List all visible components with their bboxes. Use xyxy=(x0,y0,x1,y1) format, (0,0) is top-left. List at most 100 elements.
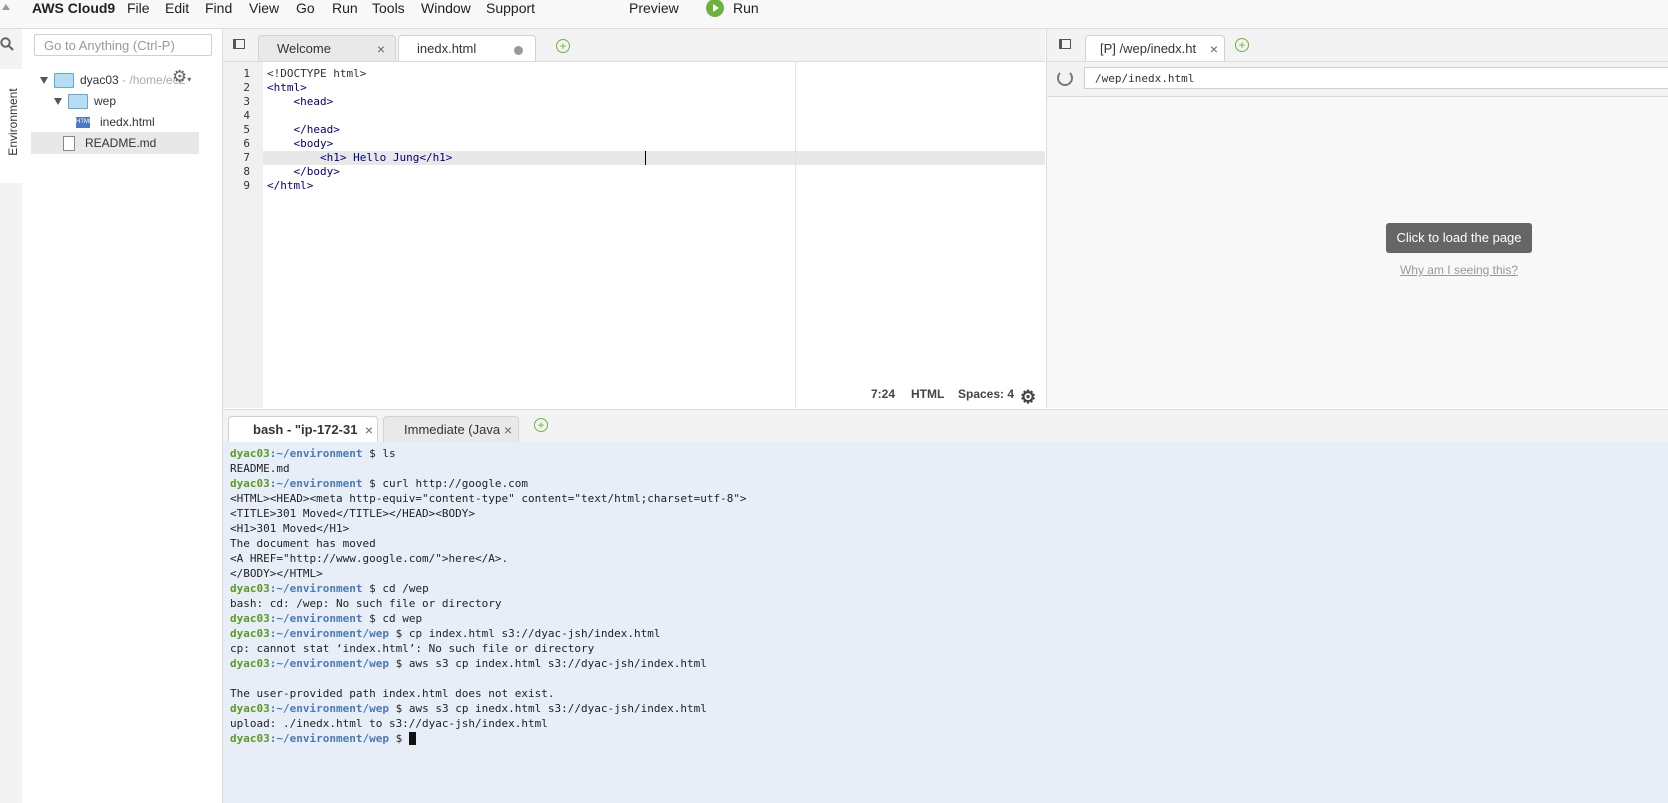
go-to-anything-input[interactable]: Go to Anything (Ctrl-P) xyxy=(34,34,212,56)
terminal-output-line: cp: cannot stat ‘index.html’: No such fi… xyxy=(230,642,595,655)
terminal-output-line: <A HREF="http://www.google.com/">here</A… xyxy=(230,552,509,565)
tab-inedx-html[interactable]: inedx.html xyxy=(398,35,536,61)
menu-tools[interactable]: Tools xyxy=(372,0,405,17)
terminal-prompt-line: dyac03:~/environment $ curl http://googl… xyxy=(230,476,528,491)
tab-label: [P] /wep/inedx.ht xyxy=(1100,41,1197,56)
menu-window[interactable]: Window xyxy=(421,0,471,17)
tab-immediate[interactable]: Immediate (Java × xyxy=(383,416,519,442)
aws-cloud9-menu[interactable]: AWS Cloud9 xyxy=(32,0,115,17)
reload-icon[interactable] xyxy=(1057,70,1073,86)
menu-view[interactable]: View xyxy=(249,0,279,17)
why-seeing-this-link[interactable]: Why am I seeing this? xyxy=(1374,263,1544,277)
prompt-user: dyac03 xyxy=(230,477,270,490)
expand-triangle-icon[interactable] xyxy=(40,77,48,85)
tree-root-name: dyac03 xyxy=(80,73,119,87)
syntax-mode[interactable]: HTML xyxy=(911,387,944,401)
prompt-path: :~/environment xyxy=(269,447,363,460)
tab-preview[interactable]: [P] /wep/inedx.ht × xyxy=(1085,35,1225,61)
terminal-output-line: The document has moved xyxy=(230,537,376,550)
terminal-command: $ ls xyxy=(362,447,396,460)
editor-tab-bar: Welcome × inedx.html + xyxy=(223,29,1045,62)
panel-menu-icon[interactable] xyxy=(233,39,245,49)
terminal-prompt-line: dyac03:~/environment $ cd wep xyxy=(230,611,422,626)
terminal-cursor xyxy=(408,732,416,745)
terminal-prompt-line: dyac03:~/environment/wep $ aws s3 cp ine… xyxy=(230,701,707,716)
tree-file-readme[interactable]: README.md xyxy=(31,132,199,154)
terminal-output-line: <H1>301 Moved</H1> xyxy=(230,522,350,535)
load-page-button[interactable]: Click to load the page xyxy=(1386,223,1532,253)
close-tab-icon[interactable]: × xyxy=(504,417,512,442)
menu-run[interactable]: Run xyxy=(332,0,358,17)
code-editor[interactable]: 1 2 3 4 5 6 7 8 9 <!DOCTYPE html> <html>… xyxy=(223,62,1045,408)
indent-setting[interactable]: Spaces: 4 xyxy=(958,387,1014,401)
editor-settings-gear-icon[interactable]: ⚙ xyxy=(1020,387,1036,408)
tab-label: bash - "ip-172-31 xyxy=(253,422,358,437)
environment-tab-label: Environment xyxy=(6,88,20,156)
code-line: <html> xyxy=(267,81,307,94)
line-number: 9 xyxy=(243,179,250,192)
terminal-output-line: README.md xyxy=(230,462,290,475)
run-button[interactable]: Run xyxy=(733,0,759,17)
tree-file-inedx-html[interactable]: HTML inedx.html xyxy=(76,111,155,133)
preview-url-bar: /wep/inedx.html xyxy=(1046,62,1668,97)
prompt-path: :~/environment/wep xyxy=(269,702,389,715)
search-icon[interactable] xyxy=(0,37,14,51)
code-line: </html> xyxy=(267,179,314,192)
prompt-path: :~/environment/wep xyxy=(269,732,389,745)
side-panel-strip: Environment xyxy=(0,29,23,803)
prompt-user: dyac03 xyxy=(230,612,270,625)
terminal-output-line: <HTML><HEAD><meta http-equiv="content-ty… xyxy=(230,492,747,505)
document-file-icon xyxy=(63,136,75,152)
terminal-prompt-line: dyac03:~/environment/wep $ xyxy=(230,731,409,746)
environment-tab[interactable]: Environment xyxy=(0,69,23,183)
preview-button[interactable]: Preview xyxy=(629,0,679,17)
tab-bash-terminal[interactable]: bash - "ip-172-31 × xyxy=(228,416,378,442)
menu-edit[interactable]: Edit xyxy=(165,0,189,17)
code-line: <!DOCTYPE html> xyxy=(267,67,367,80)
close-tab-icon[interactable]: × xyxy=(365,417,373,442)
terminal-output-line: bash: cd: /wep: No such file or director… xyxy=(230,597,502,610)
terminal-output-line: </BODY></HTML> xyxy=(230,567,323,580)
tree-folder-wep[interactable]: wep xyxy=(54,90,116,112)
cursor-position[interactable]: 7:24 xyxy=(871,387,895,401)
add-tab-icon[interactable]: + xyxy=(556,39,570,53)
close-tab-icon[interactable]: × xyxy=(1210,36,1218,61)
terminal-tab-bar: bash - "ip-172-31 × Immediate (Java × + xyxy=(223,409,1668,443)
terminal-prompt-line: dyac03:~/environment $ cd /wep xyxy=(230,581,429,596)
prompt-path: :~/environment/wep xyxy=(269,627,389,640)
code-line: <body> xyxy=(267,137,334,150)
tree-file-label: inedx.html xyxy=(100,115,155,129)
terminal-command: $ aws s3 cp inedx.html s3://dyac-jsh/ind… xyxy=(388,702,707,715)
line-number: 4 xyxy=(243,109,250,122)
tab-welcome[interactable]: Welcome × xyxy=(258,35,396,61)
run-icon[interactable] xyxy=(706,0,724,17)
line-number: 2 xyxy=(243,81,250,94)
prompt-user: dyac03 xyxy=(230,702,270,715)
prompt-user: dyac03 xyxy=(230,582,270,595)
tree-folder-label: wep xyxy=(94,94,117,108)
terminal[interactable]: dyac03:~/environment $ ls README.md dyac03… xyxy=(223,442,1668,803)
collapse-menu-icon[interactable] xyxy=(2,4,10,10)
tree-settings-gear-icon[interactable]: ⚙▾ xyxy=(172,67,191,87)
add-tab-icon[interactable]: + xyxy=(534,418,548,432)
terminal-output-line: <TITLE>301 Moved</TITLE></HEAD><BODY> xyxy=(230,507,476,520)
add-tab-icon[interactable]: + xyxy=(1235,38,1249,52)
file-tree-panel: Go to Anything (Ctrl-P) dyac03 - /home/e… xyxy=(0,29,223,803)
text-cursor xyxy=(645,151,646,165)
menu-find[interactable]: Find xyxy=(205,0,232,17)
menu-support[interactable]: Support xyxy=(486,0,535,17)
panel-menu-icon[interactable] xyxy=(1059,39,1071,49)
expand-triangle-icon[interactable] xyxy=(54,98,62,106)
tab-label: inedx.html xyxy=(417,41,477,56)
prompt-user: dyac03 xyxy=(230,627,270,640)
unsaved-dot-icon[interactable] xyxy=(514,46,523,55)
prompt-path: :~/environment xyxy=(269,582,363,595)
menu-go[interactable]: Go xyxy=(296,0,315,17)
folder-icon xyxy=(54,73,74,89)
line-number: 3 xyxy=(243,95,250,108)
tab-label: Welcome xyxy=(277,41,331,56)
close-tab-icon[interactable]: × xyxy=(377,36,385,61)
preview-url-input[interactable]: /wep/inedx.html xyxy=(1084,67,1668,89)
code-line: </body> xyxy=(267,165,340,178)
menu-file[interactable]: File xyxy=(127,0,150,17)
